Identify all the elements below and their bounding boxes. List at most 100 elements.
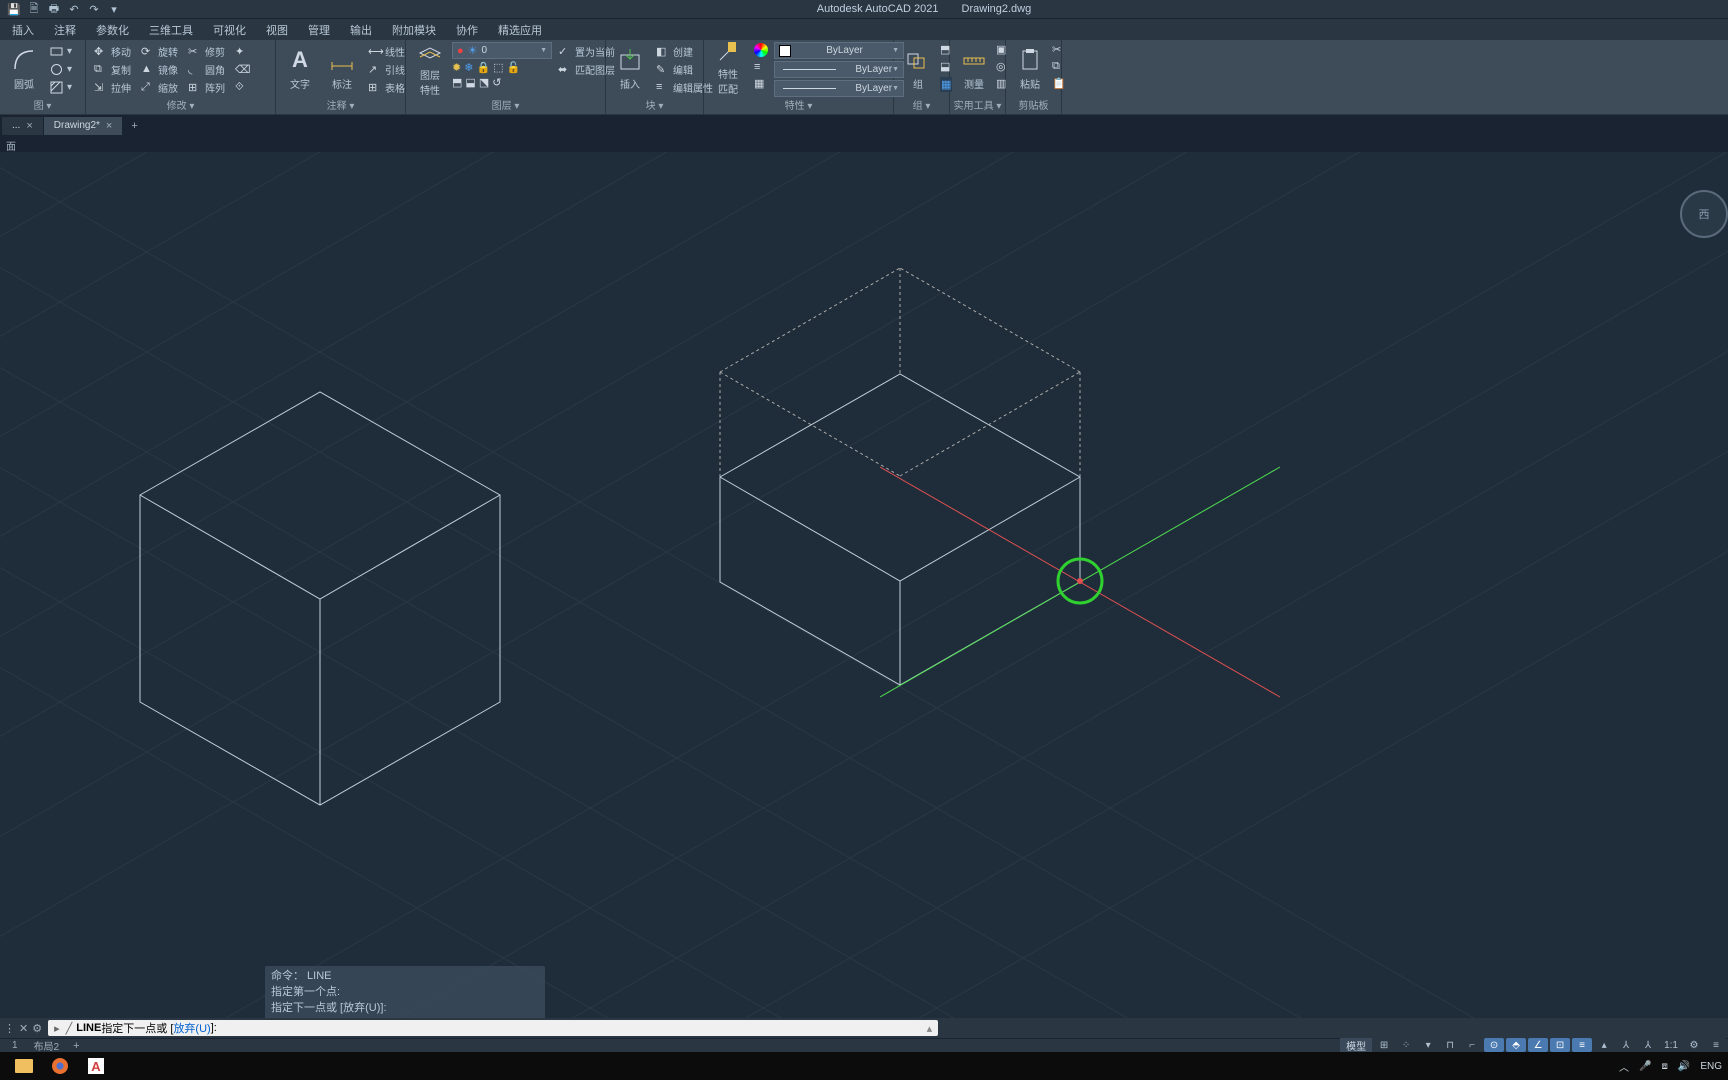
dim-button[interactable]: 标注 <box>322 42 362 94</box>
cmd-handle-icon[interactable]: ⋮ <box>4 1022 15 1035</box>
viewcube-face[interactable]: 西 <box>1680 190 1728 238</box>
cut-icon[interactable]: ✂ <box>1052 43 1066 56</box>
status-ratio[interactable]: 1:1 <box>1660 1038 1682 1052</box>
status-dyn-toggle[interactable]: ⊓ <box>1440 1038 1460 1052</box>
rotate-button[interactable]: ⟳旋转 <box>137 43 182 60</box>
status-lw-toggle[interactable]: ≡ <box>1572 1038 1592 1052</box>
layer-prev-icon[interactable]: ↺ <box>492 76 501 89</box>
close-icon[interactable]: × <box>26 120 32 132</box>
annotation-panel-label[interactable]: 注释 ▾ <box>276 96 405 113</box>
block-panel-label[interactable]: 块 ▾ <box>606 96 703 113</box>
taskbar-explorer[interactable] <box>6 1054 42 1078</box>
tab-addins[interactable]: 附加模块 <box>382 19 446 41</box>
qat-save-icon[interactable]: 💾 <box>6 1 22 17</box>
group-button[interactable]: 组 <box>898 42 938 94</box>
drawing-canvas[interactable] <box>0 152 1728 1018</box>
status-polar-toggle[interactable]: ⊙ <box>1484 1038 1504 1052</box>
point-icon[interactable]: ◎ <box>996 60 1006 73</box>
move-button[interactable]: ✥移动 <box>90 43 135 60</box>
chevron-up-icon[interactable]: ▴ <box>927 1022 933 1035</box>
tab-visualize[interactable]: 可视化 <box>203 19 256 41</box>
arc-button[interactable]: 圆弧 <box>4 42 44 94</box>
tab-featured[interactable]: 精选应用 <box>488 19 552 41</box>
tab-output[interactable]: 输出 <box>340 19 382 41</box>
status-gear-icon[interactable]: ⚙ <box>1684 1038 1704 1052</box>
status-anno2-toggle[interactable]: ⅄ <box>1616 1038 1636 1052</box>
status-model[interactable]: 模型 <box>1340 1038 1372 1052</box>
modify-misc2[interactable]: ⌫ <box>231 61 256 78</box>
command-input[interactable]: ▸ ╱ LINE 指定下一点或 [ 放弃(U) ]: ▴ <box>48 1020 938 1036</box>
leader-button[interactable]: ↗引线 <box>364 61 409 78</box>
array-button[interactable]: ⊞阵列 <box>184 79 229 96</box>
status-grid-toggle[interactable]: ⊞ <box>1374 1038 1394 1052</box>
status-iso-toggle[interactable]: ⬘ <box>1506 1038 1526 1052</box>
tray-volume-icon[interactable]: 🔊 <box>1678 1061 1690 1072</box>
taskbar-autocad[interactable]: A <box>78 1054 114 1078</box>
tab-annotate[interactable]: 注释 <box>44 19 86 41</box>
linear-dim-button[interactable]: ⟷线性 <box>364 43 409 60</box>
id-icon[interactable]: ▣ <box>996 43 1006 56</box>
layer-off-icon[interactable]: ✹ <box>452 61 461 74</box>
fillet-button[interactable]: ◟圆角 <box>184 61 229 78</box>
layer-properties-button[interactable]: 图层 特性 <box>410 42 450 94</box>
tray-network-icon[interactable]: ⧈ <box>1662 1061 1668 1072</box>
layer-delete-icon[interactable]: ⬓ <box>465 76 475 89</box>
transparency-icon[interactable]: ▦ <box>754 77 768 90</box>
view-orientation-label[interactable]: 面 <box>0 136 1728 152</box>
circle-flyout[interactable]: ▾ <box>46 61 76 78</box>
color-wheel-icon[interactable] <box>754 43 768 57</box>
qat-undo-icon[interactable]: ↶ <box>66 1 82 17</box>
drawing-cube-left[interactable] <box>140 392 500 805</box>
status-osnap-toggle[interactable]: ∠ <box>1528 1038 1548 1052</box>
qat-saveas-icon[interactable]: 🗎 <box>26 1 42 17</box>
measure-button[interactable]: 测量 <box>954 42 994 94</box>
cmd-close-icon[interactable]: ✕ <box>19 1022 28 1035</box>
layer-panel-label[interactable]: 图层 ▾ <box>406 96 605 113</box>
modify-panel-label[interactable]: 修改 ▾ <box>86 96 275 113</box>
layer-freeze-all-icon[interactable]: ❄ <box>464 61 473 74</box>
qat-redo-icon[interactable]: ↷ <box>86 1 102 17</box>
table-button[interactable]: ⊞表格 <box>364 79 409 96</box>
tab-view[interactable]: 视图 <box>256 19 298 41</box>
paste-special-icon[interactable]: 📋 <box>1052 77 1066 90</box>
calc-icon[interactable]: ▥ <box>996 77 1006 90</box>
insert-button[interactable]: 插入 <box>610 42 650 94</box>
tray-language[interactable]: ENG <box>1700 1061 1722 1072</box>
file-tab-1[interactable]: Drawing2* × <box>44 117 124 135</box>
modify-misc3[interactable]: ⟐ <box>231 79 256 96</box>
copy-clip-icon[interactable]: ⧉ <box>1052 60 1066 73</box>
stretch-button[interactable]: ⇲拉伸 <box>90 79 135 96</box>
tab-parametric[interactable]: 参数化 <box>86 19 139 41</box>
copy-button[interactable]: ⧉复制 <box>90 61 135 78</box>
hatch-flyout[interactable]: ▾ <box>46 79 76 96</box>
layer-unlock-icon[interactable]: 🔓 <box>507 61 521 74</box>
layer-dropdown[interactable]: ● ☀ 0 ▼ <box>452 42 552 59</box>
new-file-button[interactable]: + <box>123 117 145 135</box>
qat-print-icon[interactable]: 🖶 <box>46 1 62 17</box>
viewcube[interactable]: 西 <box>1680 190 1728 270</box>
mirror-button[interactable]: ▲镜像 <box>137 61 182 78</box>
tab-3dtools[interactable]: 三维工具 <box>139 19 203 41</box>
close-icon[interactable]: × <box>106 120 112 132</box>
file-tab-0[interactable]: ... × <box>2 117 44 135</box>
groups-panel-label[interactable]: 组 ▾ <box>894 96 949 113</box>
paste-button[interactable]: 粘贴 <box>1010 42 1050 94</box>
properties-panel-label[interactable]: 特性 ▾ <box>704 96 893 113</box>
layer-walk-icon[interactable]: ⬔ <box>479 76 489 89</box>
clipboard-panel-label[interactable]: 剪贴板 <box>1006 96 1061 113</box>
match-properties-button[interactable]: 特性 匹配 <box>708 42 748 94</box>
status-otrack-toggle[interactable]: ⊡ <box>1550 1038 1570 1052</box>
taskbar-firefox[interactable] <box>42 1054 78 1078</box>
status-ortho-toggle[interactable]: ⌐ <box>1462 1038 1482 1052</box>
layer-lock-icon[interactable]: 🔒 <box>476 61 490 74</box>
rectangle-flyout[interactable]: ▾ <box>46 43 76 60</box>
cmd-option-link[interactable]: 放弃(U) <box>173 1020 210 1036</box>
tab-insert[interactable]: 插入 <box>2 19 44 41</box>
layout-tab-0[interactable]: 1 <box>4 1038 26 1053</box>
layer-iso-icon[interactable]: ⬚ <box>493 61 503 74</box>
qat-dropdown-icon[interactable]: ▾ <box>106 1 122 17</box>
color-dropdown[interactable]: ByLayer ▼ <box>774 42 904 59</box>
status-infergrid-toggle[interactable]: ▾ <box>1418 1038 1438 1052</box>
text-button[interactable]: A 文字 <box>280 42 320 94</box>
lineweight-dropdown[interactable]: ByLayer ▼ <box>774 61 904 78</box>
